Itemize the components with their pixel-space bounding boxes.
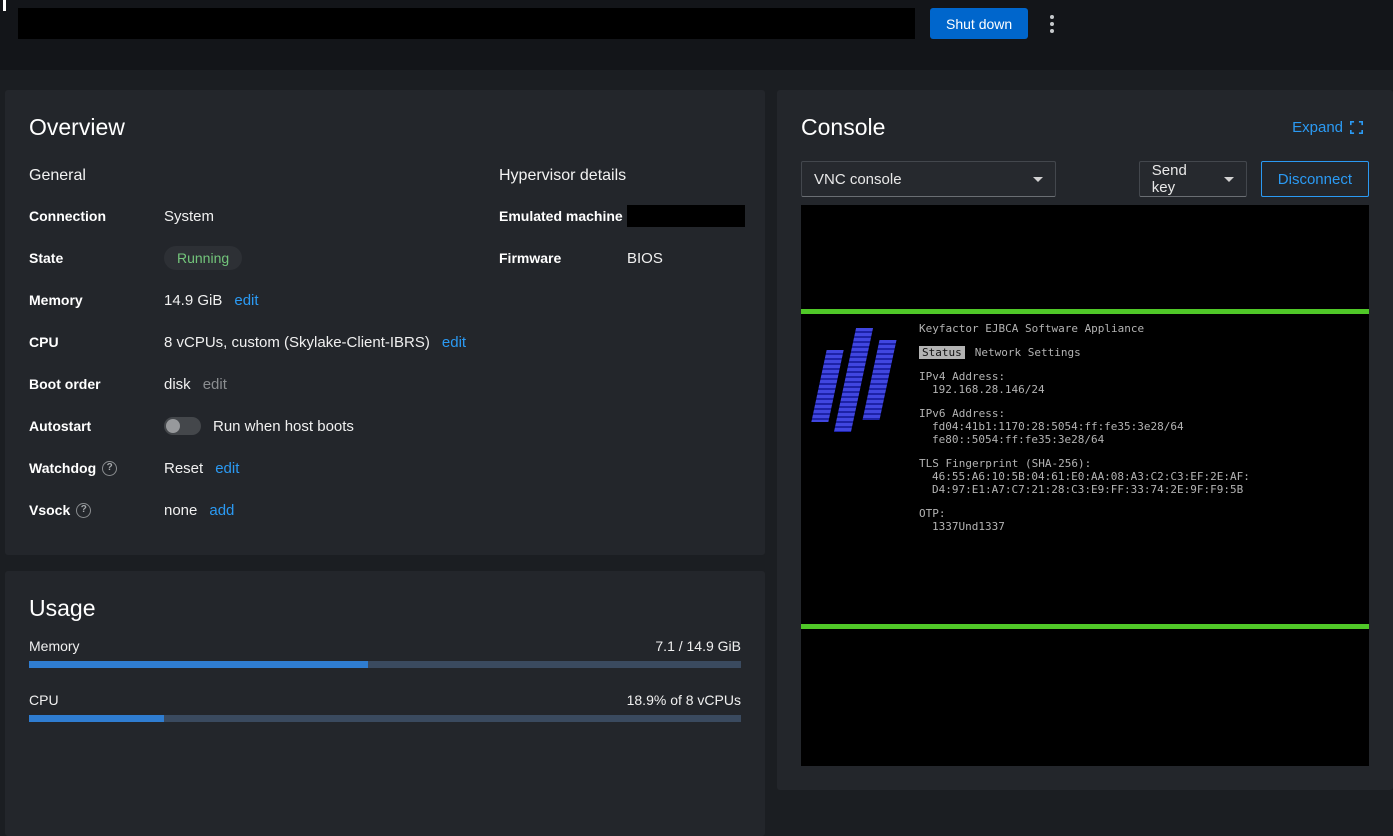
ipv6-value-2: fe80::5054:ff:fe35:3e28/64: [919, 433, 1250, 446]
general-section: General Connection System State Running …: [29, 157, 499, 531]
send-key-dropdown[interactable]: Send key: [1139, 161, 1247, 197]
watchdog-edit-link[interactable]: edit: [215, 460, 239, 477]
connection-value: System: [164, 208, 214, 225]
cursor-artifact: [3, 0, 6, 11]
watchdog-value: Reset: [164, 460, 203, 477]
row-state: State Running: [29, 237, 499, 279]
row-connection: Connection System: [29, 195, 499, 237]
firmware-label: Firmware: [499, 250, 627, 266]
usage-cpu-value: 18.9% of 8 vCPUs: [627, 692, 741, 708]
boot-order-value: disk: [164, 376, 191, 393]
left-column: Overview General Connection System State…: [5, 90, 765, 836]
watchdog-label: Watchdog: [29, 460, 96, 476]
usage-memory-label: Memory: [29, 638, 80, 654]
chevron-down-icon: [1224, 177, 1234, 182]
console-separator-bottom: [801, 624, 1369, 629]
toggle-knob: [166, 419, 180, 433]
boot-order-label: Boot order: [29, 376, 164, 392]
autostart-toggle-text: Run when host boots: [213, 418, 354, 435]
row-cpu: CPU 8 vCPUs, custom (Skylake-Client-IBRS…: [29, 321, 499, 363]
cpu-progress-fill: [29, 715, 164, 722]
otp-label: OTP:: [919, 507, 1250, 520]
console-text: Keyfactor EJBCA Software Appliance Statu…: [911, 322, 1250, 624]
usage-card: Usage Memory 7.1 / 14.9 GiB CPU 18.9% of…: [5, 571, 765, 836]
ipv4-value: 192.168.28.146/24: [919, 383, 1250, 396]
console-toolbar: VNC console Send key Disconnect: [801, 161, 1369, 197]
ipv6-value-1: fd04:41b1:1170:28:5054:ff:fe35:3e28/64: [919, 420, 1250, 433]
general-heading: General: [29, 167, 499, 185]
row-memory: Memory 14.9 GiB edit: [29, 279, 499, 321]
vsock-value: none: [164, 502, 197, 519]
cpu-edit-link[interactable]: edit: [442, 334, 466, 351]
ipv4-label: IPv4 Address:: [919, 370, 1250, 383]
row-autostart: Autostart Run when host boots: [29, 405, 499, 447]
row-emulated-machine: Emulated machine: [499, 195, 745, 237]
masthead: Shut down: [0, 0, 1393, 70]
ejbca-logo: [811, 322, 911, 624]
tls-fingerprint-label: TLS Fingerprint (SHA-256):: [919, 457, 1250, 470]
cpu-value: 8 vCPUs, custom (Skylake-Client-IBRS): [164, 334, 430, 351]
overview-title: Overview: [29, 114, 741, 141]
cpu-progress-bar: [29, 715, 741, 722]
vsock-add-link[interactable]: add: [209, 502, 234, 519]
memory-progress-bar: [29, 661, 741, 668]
boot-order-edit-link[interactable]: edit: [203, 376, 227, 393]
memory-edit-link[interactable]: edit: [234, 292, 258, 309]
overview-grid: General Connection System State Running …: [29, 157, 741, 531]
row-vsock: Vsock ? none add: [29, 489, 499, 531]
console-tab-status: Status: [919, 346, 965, 359]
memory-progress-fill: [29, 661, 368, 668]
connection-label: Connection: [29, 208, 164, 224]
state-label: State: [29, 250, 164, 266]
console-type-selected: VNC console: [814, 171, 902, 188]
tls-fingerprint-value-1: 46:55:A6:10:5B:04:61:E0:AA:08:A3:C2:C3:E…: [919, 470, 1250, 483]
firmware-value: BIOS: [627, 250, 663, 267]
main-content: Overview General Connection System State…: [0, 70, 1393, 836]
row-watchdog: Watchdog ? Reset edit: [29, 447, 499, 489]
emulated-machine-label: Emulated machine: [499, 208, 627, 224]
redacted-emulated-machine-value: [627, 205, 745, 227]
row-firmware: Firmware BIOS: [499, 237, 745, 279]
expand-icon: [1350, 121, 1363, 134]
console-card: Console Expand VNC console Send key: [777, 90, 1393, 790]
tls-fingerprint-value-2: D4:97:E1:A7:C7:21:28:C3:E9:FF:33:74:2E:9…: [919, 483, 1250, 496]
usage-memory-value: 7.1 / 14.9 GiB: [655, 638, 741, 654]
cpu-label: CPU: [29, 334, 164, 350]
help-icon[interactable]: ?: [102, 461, 117, 476]
console-type-select[interactable]: VNC console: [801, 161, 1056, 197]
console-title: Console: [801, 114, 885, 141]
disconnect-button[interactable]: Disconnect: [1261, 161, 1369, 197]
state-running-badge: Running: [164, 246, 242, 270]
memory-value: 14.9 GiB: [164, 292, 222, 309]
ipv6-label: IPv6 Address:: [919, 407, 1250, 420]
autostart-toggle[interactable]: [164, 417, 201, 435]
memory-label: Memory: [29, 292, 164, 308]
usage-memory-row: Memory 7.1 / 14.9 GiB: [29, 638, 741, 654]
redacted-vm-title: [18, 8, 915, 39]
right-column: Console Expand VNC console Send key: [777, 90, 1393, 790]
usage-cpu-row: CPU 18.9% of 8 vCPUs: [29, 692, 741, 708]
console-header: Console Expand: [801, 114, 1369, 141]
help-icon[interactable]: ?: [76, 503, 91, 518]
autostart-label: Autostart: [29, 418, 164, 434]
hypervisor-section: Hypervisor details Emulated machine Firm…: [499, 157, 745, 531]
console-expand-button[interactable]: Expand: [1286, 118, 1369, 137]
row-boot-order: Boot order disk edit: [29, 363, 499, 405]
kebab-menu-icon[interactable]: [1040, 8, 1064, 39]
overview-card: Overview General Connection System State…: [5, 90, 765, 555]
chevron-down-icon: [1033, 177, 1043, 182]
shutdown-button[interactable]: Shut down: [930, 8, 1028, 39]
send-key-label: Send key: [1152, 162, 1214, 196]
console-appliance-title: Keyfactor EJBCA Software Appliance: [919, 322, 1250, 335]
expand-label: Expand: [1292, 119, 1343, 136]
console-tab-network-settings: Network Settings: [975, 346, 1081, 359]
hypervisor-heading: Hypervisor details: [499, 167, 745, 185]
usage-title: Usage: [29, 595, 741, 622]
otp-value: 1337Und1337: [919, 520, 1250, 533]
usage-cpu-label: CPU: [29, 692, 59, 708]
console-tabs: Status Network Settings: [919, 346, 1250, 359]
vnc-console-screen[interactable]: Keyfactor EJBCA Software Appliance Statu…: [801, 205, 1369, 766]
vsock-label: Vsock: [29, 502, 70, 518]
